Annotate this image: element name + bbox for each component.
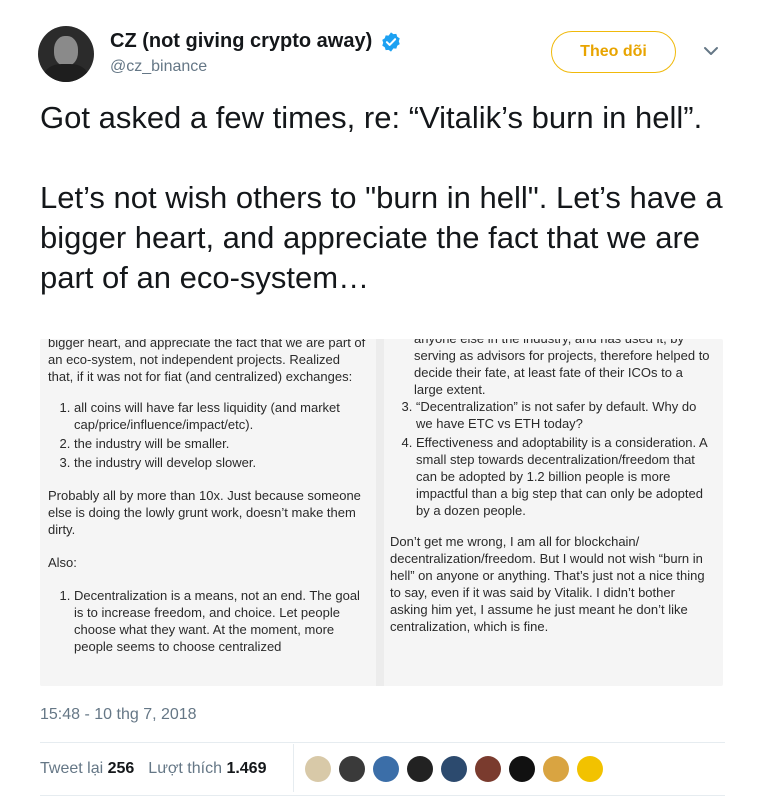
list-item: the industry will be smaller.: [74, 435, 368, 452]
retweet-stat[interactable]: Tweet lại 256: [40, 760, 134, 778]
liker-avatars: [305, 756, 603, 782]
liker-avatar-icon[interactable]: [305, 756, 331, 782]
stats-divider: [293, 744, 294, 792]
liker-avatar-icon[interactable]: [543, 756, 569, 782]
name-row: CZ (not giving crypto away): [110, 30, 402, 53]
image-left-list-2: Decentralization is a means, not an end.…: [48, 587, 368, 655]
image-right-closing: Don’t get me wrong, I am all for blockch…: [390, 534, 705, 634]
user-handle[interactable]: @cz_binance: [110, 58, 207, 76]
image-divider: [376, 339, 384, 686]
list-item: “Decentralization” is not safer by defau…: [416, 398, 712, 432]
tweet-text: Got asked a few times, re: “Vitalik’s bu…: [40, 100, 723, 295]
like-stat[interactable]: Lượt thích 1.469: [148, 760, 266, 778]
tweet-timestamp[interactable]: 15:48 - 10 thg 7, 2018: [40, 706, 197, 724]
image-right-top: serving as advisors for projects, theref…: [414, 348, 710, 397]
list-item: all coins will have far less liquidity (…: [74, 399, 368, 433]
avatar-face: [54, 36, 78, 66]
tweet-image[interactable]: bigger heart, and appreciate the fact th…: [40, 339, 723, 686]
tweet-stats: Tweet lại 256 Lượt thích 1.469: [40, 760, 266, 778]
retweet-count: 256: [107, 760, 135, 777]
liker-avatar-icon[interactable]: [339, 756, 365, 782]
tweet-header: CZ (not giving crypto away) @cz_binance …: [0, 0, 765, 92]
image-right-top-cut: anyone else in the industry, and has use…: [390, 339, 712, 347]
verified-badge-icon: [382, 31, 400, 52]
liker-avatar-icon[interactable]: [441, 756, 467, 782]
user-avatar[interactable]: [38, 26, 94, 82]
list-item: the industry will develop slower.: [74, 454, 368, 471]
retweet-label: Tweet lại: [40, 760, 104, 777]
list-item: Effectiveness and adoptability is a cons…: [416, 434, 712, 519]
image-left-para: Probably all by more than 10x. Just beca…: [48, 488, 361, 537]
liker-avatar-icon[interactable]: [407, 756, 433, 782]
image-left-intro: bigger heart, and appreciate the fact th…: [48, 339, 366, 384]
divider: [40, 742, 725, 743]
liker-avatar-icon[interactable]: [509, 756, 535, 782]
follow-button[interactable]: Theo dõi: [551, 31, 676, 73]
liker-avatar-icon[interactable]: [373, 756, 399, 782]
image-left-also: Also:: [48, 555, 77, 570]
display-name[interactable]: CZ (not giving crypto away): [110, 30, 372, 53]
liker-avatar-icon[interactable]: [475, 756, 501, 782]
chevron-down-icon[interactable]: [702, 44, 720, 58]
image-right-list: “Decentralization” is not safer by defau…: [390, 398, 712, 519]
like-count: 1.469: [226, 760, 267, 777]
divider: [40, 795, 725, 796]
image-left-column: bigger heart, and appreciate the fact th…: [40, 339, 375, 686]
list-item: Decentralization is a means, not an end.…: [74, 587, 368, 655]
image-right-column: anyone else in the industry, and has use…: [384, 339, 719, 686]
liker-avatar-icon[interactable]: [577, 756, 603, 782]
avatar-body: [44, 64, 88, 82]
like-label: Lượt thích: [148, 760, 222, 777]
image-left-list-1: all coins will have far less liquidity (…: [48, 399, 368, 471]
